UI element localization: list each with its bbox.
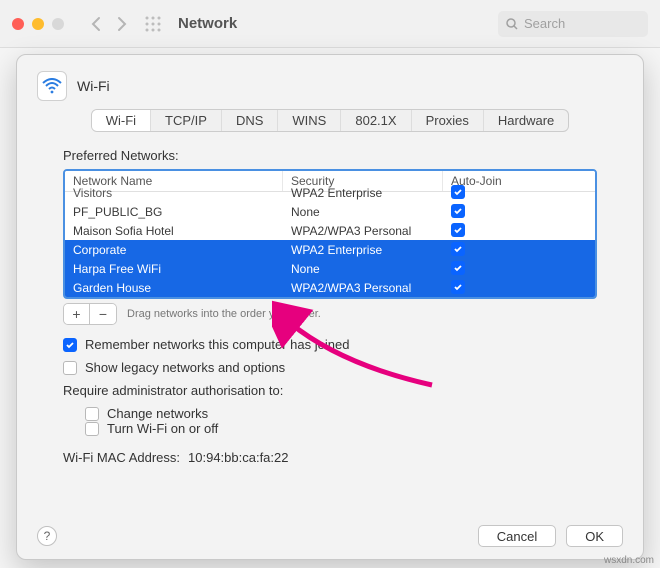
remove-network-button[interactable]: − (90, 304, 116, 324)
network-security: WPA2/WPA3 Personal (283, 221, 443, 241)
table-row[interactable]: Harpa Free WiFiNone (65, 259, 595, 278)
tab-wi-fi[interactable]: Wi-Fi (92, 110, 151, 131)
change-networks-option[interactable]: Change networks (63, 406, 597, 421)
add-remove-group: + − (63, 303, 117, 325)
remember-networks-option[interactable]: Remember networks this computer has join… (63, 337, 597, 352)
sheet-header: Wi-Fi (37, 71, 623, 101)
auto-join-checkbox[interactable] (451, 242, 465, 256)
tab-proxies[interactable]: Proxies (412, 110, 484, 131)
turn-wifi-option[interactable]: Turn Wi-Fi on or off (63, 421, 597, 436)
network-name: Visitors (65, 183, 283, 203)
remember-networks-label: Remember networks this computer has join… (85, 337, 349, 352)
help-button[interactable]: ? (37, 526, 57, 546)
network-security: WPA2 Enterprise (283, 240, 443, 260)
network-name: Harpa Free WiFi (65, 259, 283, 279)
minimize-window-button[interactable] (32, 18, 44, 30)
zoom-window-button (52, 18, 64, 30)
auto-join-cell (443, 220, 595, 241)
change-networks-checkbox[interactable] (85, 407, 99, 421)
preferred-networks-label: Preferred Networks: (63, 148, 597, 163)
table-row[interactable]: CorporateWPA2 Enterprise (65, 240, 595, 259)
table-row[interactable]: Garden HouseWPA2/WPA3 Personal (65, 278, 595, 297)
legacy-networks-checkbox[interactable] (63, 361, 77, 375)
tab-hardware[interactable]: Hardware (484, 110, 568, 131)
window-toolbar: Network Search (0, 0, 660, 48)
watermark: wsxdn.com (604, 555, 654, 566)
auto-join-cell (443, 201, 595, 222)
wifi-icon (37, 71, 67, 101)
search-icon (506, 18, 518, 30)
network-security: WPA2 Enterprise (283, 183, 443, 203)
network-name: Garden House (65, 278, 283, 298)
tab-bar: Wi-FiTCP/IPDNSWINS802.1XProxiesHardware (37, 109, 623, 132)
sheet-title: Wi-Fi (77, 78, 110, 94)
search-input[interactable]: Search (498, 11, 648, 37)
add-network-button[interactable]: + (64, 304, 90, 324)
auto-join-cell (443, 182, 595, 203)
admin-auth-label: Require administrator authorisation to: (63, 383, 597, 398)
tab-802-1x[interactable]: 802.1X (341, 110, 411, 131)
change-networks-label: Change networks (107, 406, 208, 421)
mac-address-value: 10:94:bb:ca:fa:22 (188, 450, 288, 465)
turn-wifi-label: Turn Wi-Fi on or off (107, 421, 218, 436)
tab-tcp-ip[interactable]: TCP/IP (151, 110, 222, 131)
legacy-networks-label: Show legacy networks and options (85, 360, 285, 375)
forward-button (108, 11, 134, 37)
search-placeholder: Search (524, 16, 565, 31)
network-name: PF_PUBLIC_BG (65, 202, 283, 222)
turn-wifi-checkbox[interactable] (85, 422, 99, 436)
window-title: Network (178, 15, 237, 32)
tab-wins[interactable]: WINS (278, 110, 341, 131)
network-name: Corporate (65, 240, 283, 260)
legacy-networks-option[interactable]: Show legacy networks and options (63, 360, 597, 375)
auto-join-checkbox[interactable] (451, 261, 465, 275)
ok-button[interactable]: OK (566, 525, 623, 547)
auto-join-cell (443, 277, 595, 298)
show-all-icon[interactable] (140, 11, 166, 37)
sheet-footer: ? Cancel OK (37, 525, 623, 547)
network-name: Maison Sofia Hotel (65, 221, 283, 241)
settings-sheet: Wi-Fi Wi-FiTCP/IPDNSWINS802.1XProxiesHar… (16, 54, 644, 560)
auto-join-checkbox[interactable] (451, 204, 465, 218)
auto-join-checkbox[interactable] (451, 280, 465, 294)
auto-join-checkbox[interactable] (451, 185, 465, 199)
table-row[interactable]: Maison Sofia HotelWPA2/WPA3 Personal (65, 221, 595, 240)
preferred-networks-table: Network Name Security Auto-Join Visitors… (63, 169, 597, 299)
cancel-button[interactable]: Cancel (478, 525, 556, 547)
traffic-lights (12, 18, 64, 30)
mac-address-label: Wi-Fi MAC Address: (63, 450, 180, 465)
network-security: None (283, 202, 443, 222)
auto-join-checkbox[interactable] (451, 223, 465, 237)
network-security: WPA2/WPA3 Personal (283, 278, 443, 298)
mac-address-row: Wi-Fi MAC Address: 10:94:bb:ca:fa:22 (63, 450, 597, 465)
remember-networks-checkbox[interactable] (63, 338, 77, 352)
auto-join-cell (443, 258, 595, 279)
tab-dns[interactable]: DNS (222, 110, 278, 131)
drag-hint: Drag networks into the order you prefer. (127, 308, 321, 320)
close-window-button[interactable] (12, 18, 24, 30)
network-security: None (283, 259, 443, 279)
back-button[interactable] (82, 11, 108, 37)
auto-join-cell (443, 239, 595, 260)
table-row[interactable]: VisitorsWPA2 Enterprise (65, 183, 595, 202)
table-controls: + − Drag networks into the order you pre… (63, 303, 597, 325)
table-row[interactable]: PF_PUBLIC_BGNone (65, 202, 595, 221)
